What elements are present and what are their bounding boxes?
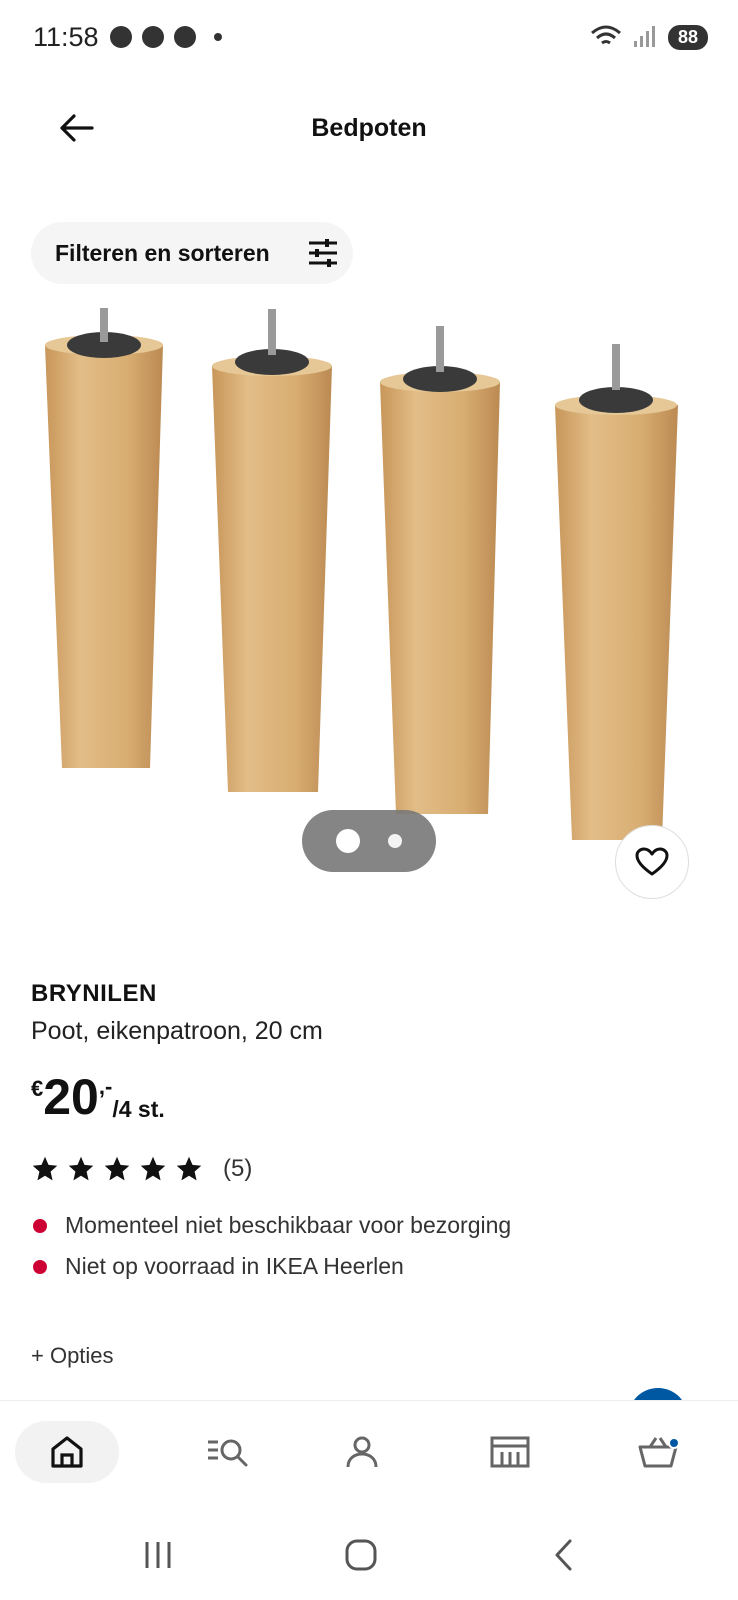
status-bar: 11:58 88 <box>0 0 738 76</box>
navigation-icon <box>174 26 196 48</box>
price-decimals: ,- <box>98 1074 113 1099</box>
status-dot <box>33 1218 47 1233</box>
star-icon <box>176 1156 202 1181</box>
filter-sort-label: Filteren en sorteren <box>55 239 270 266</box>
signal-icon <box>633 26 655 47</box>
heart-icon <box>635 847 669 876</box>
options-link[interactable]: + Opties <box>31 1343 114 1369</box>
nav-cart[interactable] <box>606 1421 710 1483</box>
product-rating[interactable]: (5) <box>31 1155 252 1183</box>
store-status-text: Niet op voorraad in IKEA Heerlen <box>65 1253 404 1279</box>
bottom-navigation <box>0 1400 738 1510</box>
more-notifications-icon <box>214 33 222 41</box>
price-unit: /4 st. <box>112 1096 165 1122</box>
page-title: Bedpoten <box>311 114 427 142</box>
header: Bedpoten <box>0 96 738 160</box>
home-circle-icon <box>345 1539 377 1571</box>
search-list-icon <box>208 1439 248 1467</box>
home-button[interactable] <box>331 1530 391 1580</box>
store-availability: Niet op voorraad in IKEA Heerlen <box>31 1253 404 1280</box>
profile-icon <box>346 1436 378 1468</box>
rating-count: (5) <box>223 1155 253 1182</box>
product-price: € 20 ,- /4 st. <box>31 1070 165 1124</box>
cart-badge <box>668 1437 680 1449</box>
notification-icons <box>110 26 222 48</box>
chat-icon <box>110 26 132 48</box>
star-icon <box>32 1156 58 1181</box>
recent-apps-icon <box>145 1542 171 1568</box>
store-icon <box>490 1436 530 1468</box>
star-icon <box>140 1156 166 1181</box>
delivery-availability: Momenteel niet beschikbaar voor bezorgin… <box>31 1212 511 1239</box>
carousel-dot-1[interactable] <box>336 829 360 853</box>
star-icon <box>104 1156 130 1181</box>
status-dot <box>33 1259 47 1274</box>
nav-search[interactable] <box>176 1421 280 1483</box>
system-navigation <box>0 1510 738 1600</box>
status-time: 11:58 <box>33 22 99 52</box>
delivery-status-text: Momenteel niet beschikbaar voor bezorgin… <box>65 1212 512 1238</box>
status-right: 88 <box>590 24 708 50</box>
product-brand: BRYNILEN <box>31 980 157 1007</box>
chevron-left-icon <box>555 1539 572 1571</box>
favorite-button[interactable] <box>615 825 689 899</box>
chrome-icon <box>142 26 164 48</box>
filter-sliders-icon <box>309 239 337 267</box>
price-amount: 20 <box>43 1069 99 1125</box>
battery-indicator: 88 <box>667 24 708 50</box>
recent-apps-button[interactable] <box>128 1530 188 1580</box>
wifi-icon <box>590 25 621 45</box>
nav-profile[interactable] <box>310 1421 414 1483</box>
home-icon <box>51 1436 83 1468</box>
nav-home[interactable] <box>15 1421 119 1483</box>
product-description: Poot, eikenpatroon, 20 cm <box>31 1017 323 1045</box>
price-currency: € <box>31 1076 44 1101</box>
nav-stores[interactable] <box>458 1421 562 1483</box>
carousel-indicator[interactable] <box>302 810 436 872</box>
system-back-button[interactable] <box>534 1530 594 1580</box>
filter-sort-button[interactable]: Filteren en sorteren <box>31 222 353 284</box>
star-icon <box>68 1156 94 1181</box>
carousel-dot-2[interactable] <box>388 834 402 848</box>
